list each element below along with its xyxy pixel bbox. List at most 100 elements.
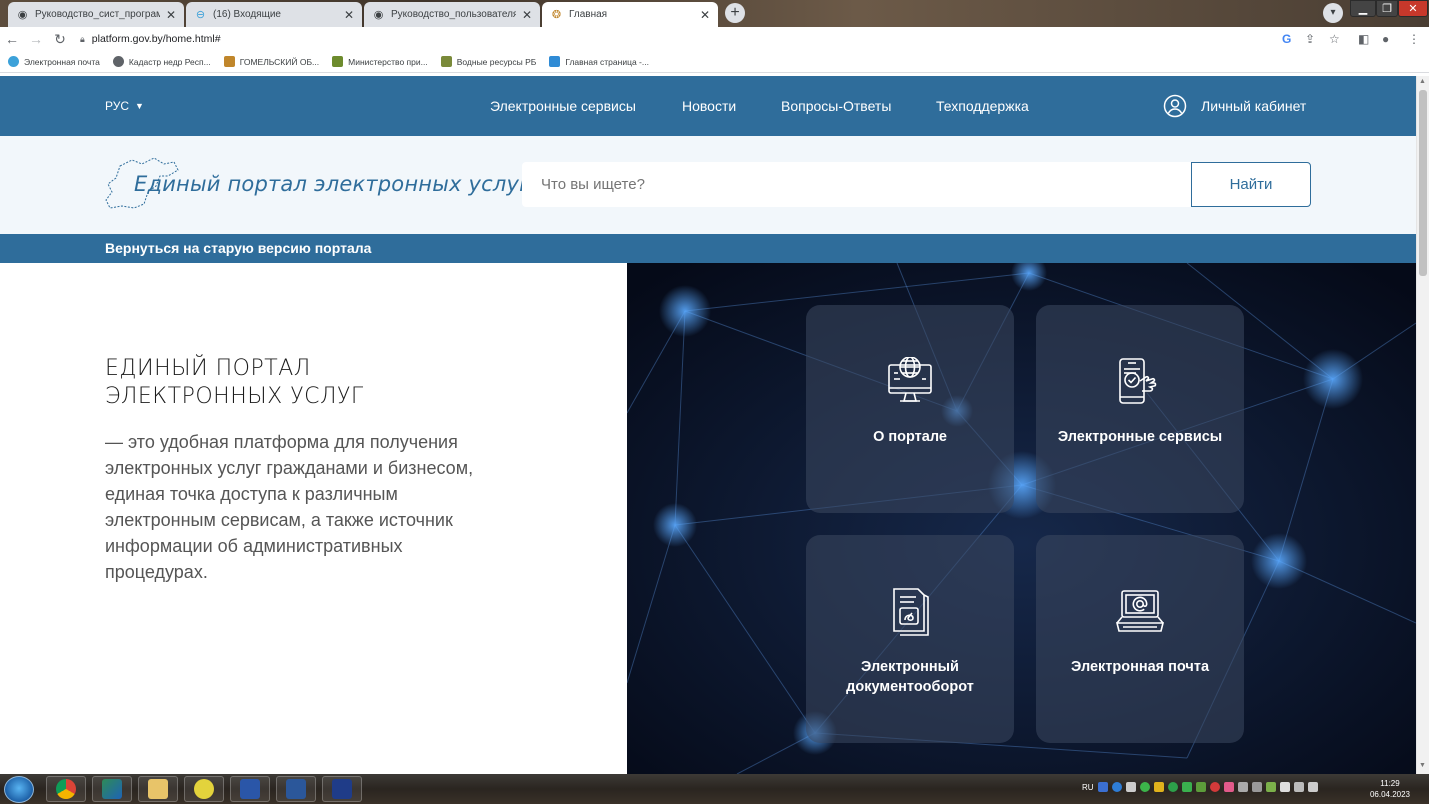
phone-touch-icon <box>1119 358 1157 404</box>
input-language[interactable]: RU <box>1082 783 1094 792</box>
app-icon <box>194 779 214 799</box>
new-tab-button[interactable]: + <box>725 3 745 23</box>
tray-icon[interactable] <box>1139 782 1150 792</box>
bookmark-item[interactable]: Кадастр недр Респ... <box>112 56 211 67</box>
bookmark-icon <box>549 56 561 67</box>
bookmark-item[interactable]: Водные ресурсы РБ <box>440 56 536 67</box>
bookmark-item[interactable]: Электронная почта <box>8 56 100 67</box>
address-bar[interactable]: 🔒︎ platform.gov.by/home.html# <box>80 30 1304 48</box>
chrome-icon <box>56 779 76 799</box>
card-e-services[interactable]: Электронные сервисы <box>1036 305 1244 513</box>
profile-icon[interactable]: ● <box>1382 32 1389 46</box>
hero-description: — это удобная платформа для получения эл… <box>105 432 474 582</box>
browser-tab[interactable]: ◉ Руководство_сист_программиста ✕ <box>8 2 184 27</box>
google-icon[interactable]: G <box>1282 32 1291 46</box>
personal-cabinet-link[interactable]: Личный кабинет <box>1163 94 1306 118</box>
tab-title: Руководство_сист_программиста <box>35 9 160 20</box>
flag-icon[interactable] <box>1279 782 1290 792</box>
nav-link-services[interactable]: Электронные сервисы <box>490 98 636 114</box>
card-label: Электронные сервисы <box>1057 429 1223 445</box>
tray-icon[interactable] <box>1195 782 1206 792</box>
search-button[interactable]: Найти <box>1191 162 1311 207</box>
tray-icon[interactable] <box>1097 782 1108 792</box>
back-icon[interactable]: ← <box>0 31 24 47</box>
scrollbar-thumb[interactable] <box>1419 90 1427 276</box>
bookmark-icon <box>112 56 124 67</box>
nav-link-news[interactable]: Новости <box>682 98 736 114</box>
help-icon[interactable] <box>1111 782 1122 792</box>
tab-search-button[interactable]: ▾ <box>1323 3 1343 23</box>
maximize-button[interactable]: ❐ <box>1376 0 1398 17</box>
window-close-button[interactable]: ✕ <box>1398 0 1428 17</box>
side-panel-icon[interactable]: ◧ <box>1358 32 1369 46</box>
old-version-link[interactable]: Вернуться на старую версию портала <box>105 240 371 256</box>
bookmark-icon <box>440 56 452 67</box>
logo-text: Единый портал электронных услуг <box>134 172 531 196</box>
caret-down-icon: ▼ <box>135 101 144 111</box>
bookmark-item[interactable]: ГОМЕЛЬСКИЙ ОБ... <box>223 56 319 67</box>
taskbar-explorer[interactable] <box>138 776 178 802</box>
card-e-document-flow[interactable]: Электронный документооборот <box>806 535 1014 743</box>
card-about-portal[interactable]: О портале <box>806 305 1014 513</box>
document-icon <box>893 588 929 636</box>
nav-link-support[interactable]: Техподдержка <box>936 98 1029 114</box>
reload-icon[interactable]: ↻ <box>48 31 72 48</box>
close-icon[interactable]: ✕ <box>522 8 532 22</box>
browser-tab-active[interactable]: ❂ Главная ✕ <box>542 2 718 27</box>
scroll-down-icon[interactable]: ▼ <box>1419 762 1426 769</box>
page-scrollbar[interactable]: ▲ ▼ <box>1416 76 1429 774</box>
hero-intro: ЕДИНЫЙ ПОРТАЛ ЭЛЕКТРОННЫХ УСЛУГ — это уд… <box>0 263 627 774</box>
taskbar-word[interactable] <box>276 776 316 802</box>
language-selector[interactable]: РУС ▼ <box>105 99 144 113</box>
clock-time: 11:29 <box>1380 779 1400 788</box>
tray-icon[interactable] <box>1209 782 1220 792</box>
close-icon[interactable]: ✕ <box>344 8 354 22</box>
site-logo[interactable]: Единый портал электронных услуг <box>104 156 530 212</box>
volume-icon[interactable] <box>1307 782 1318 792</box>
bookmark-icon <box>223 56 235 67</box>
taskbar-app[interactable] <box>322 776 362 802</box>
map-app-icon <box>102 779 122 799</box>
menu-icon[interactable]: ⋮ <box>1408 32 1420 46</box>
share-icon[interactable]: ⇪ <box>1305 32 1315 46</box>
taskbar-chrome[interactable] <box>46 776 86 802</box>
mail-icon: ⊖ <box>195 9 206 21</box>
tray-icon[interactable] <box>1125 782 1136 792</box>
bookmark-star-icon[interactable]: ☆ <box>1329 32 1340 46</box>
network-icon[interactable] <box>1293 782 1304 792</box>
taskbar-app[interactable] <box>230 776 270 802</box>
tray-icon[interactable] <box>1251 782 1262 792</box>
tray-icon[interactable] <box>1265 782 1276 792</box>
start-button[interactable] <box>4 776 34 803</box>
close-icon[interactable]: ✕ <box>700 8 710 22</box>
word-icon <box>286 779 306 799</box>
tray-icon[interactable] <box>1237 782 1248 792</box>
app-icon <box>332 779 352 799</box>
tray-icon[interactable] <box>1223 782 1234 792</box>
chrome-doc-icon: ◉ <box>373 9 384 21</box>
browser-tab-strip: ◉ Руководство_сист_программиста ✕ ⊖ (16)… <box>0 0 1429 27</box>
shield-icon[interactable] <box>1181 782 1192 792</box>
forward-icon[interactable]: → <box>24 31 48 47</box>
bookmark-item[interactable]: Главная страница -... <box>549 56 649 67</box>
taskbar-app[interactable] <box>184 776 224 802</box>
system-clock[interactable]: 11:29 06.04.2023 <box>1364 778 1416 800</box>
nav-link-faq[interactable]: Вопросы-Ответы <box>781 98 891 114</box>
browser-tab[interactable]: ◉ Руководство_пользователя_ПОРТ ✕ <box>364 2 540 27</box>
tray-icon[interactable] <box>1167 782 1178 792</box>
scroll-up-icon[interactable]: ▲ <box>1419 78 1426 85</box>
browser-tab[interactable]: ⊖ (16) Входящие ✕ <box>186 2 362 27</box>
taskbar-app[interactable] <box>92 776 132 802</box>
search-input[interactable] <box>522 162 1192 207</box>
tray-icon[interactable] <box>1153 782 1164 792</box>
bookmark-item[interactable]: Министерство при... <box>332 56 428 67</box>
system-tray: RU <box>1082 782 1318 792</box>
card-label: Электронная почта <box>1070 659 1210 675</box>
tab-title: Руководство_пользователя_ПОРТ <box>391 9 516 20</box>
close-icon[interactable]: ✕ <box>166 8 176 22</box>
card-e-mail[interactable]: Электронная почта <box>1036 535 1244 743</box>
hero-services-panel: О портале Электронные сервисы Электронны <box>627 263 1416 774</box>
minimize-button[interactable]: ▁ <box>1350 0 1376 17</box>
folder-icon <box>148 779 168 799</box>
clock-date: 06.04.2023 <box>1369 790 1411 799</box>
